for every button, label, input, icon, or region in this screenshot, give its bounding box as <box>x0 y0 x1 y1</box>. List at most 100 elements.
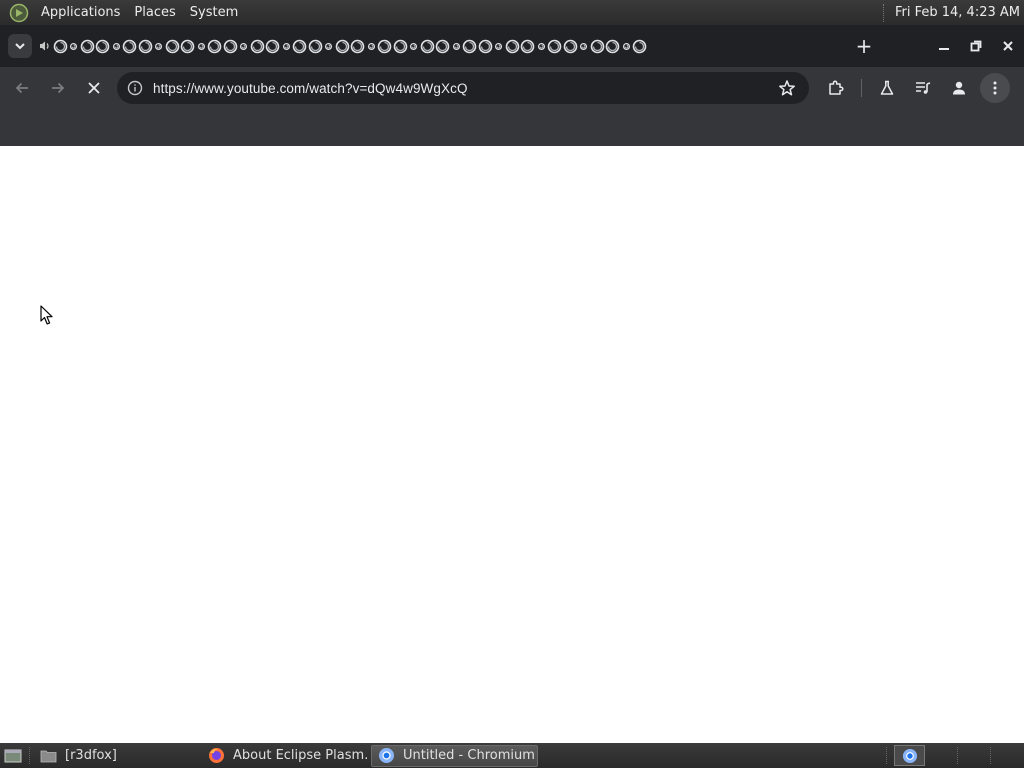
tab-search-button[interactable] <box>8 34 32 58</box>
audio-icon[interactable] <box>38 39 52 53</box>
page-content[interactable] <box>0 146 1024 743</box>
back-button[interactable] <box>7 73 37 103</box>
browser-tab[interactable] <box>265 39 280 53</box>
browser-tab[interactable] <box>493 39 504 53</box>
browser-tab[interactable] <box>462 39 477 53</box>
browser-tab[interactable] <box>323 39 334 53</box>
browser-tab[interactable] <box>563 39 578 53</box>
tab-favicon-icon <box>547 39 562 53</box>
browser-tab[interactable] <box>632 39 647 53</box>
browser-tab[interactable] <box>520 39 535 53</box>
chevron-down-icon <box>15 43 25 50</box>
forward-button[interactable] <box>43 73 73 103</box>
browser-tab[interactable] <box>111 39 122 53</box>
browser-tab[interactable] <box>377 39 392 53</box>
browser-tab[interactable] <box>250 39 265 53</box>
browser-tab[interactable] <box>95 39 110 53</box>
browser-tab[interactable] <box>451 39 462 53</box>
places-menu[interactable]: Places <box>127 0 182 25</box>
avatar-icon <box>953 81 965 95</box>
browser-tab[interactable] <box>605 39 620 53</box>
extensions-button[interactable] <box>821 73 851 103</box>
panel-separator <box>882 3 885 22</box>
taskbar-item-r3dfox[interactable]: [r3dfox] <box>34 745 199 767</box>
browser-tab[interactable] <box>478 39 493 53</box>
system-menu[interactable]: System <box>183 0 245 25</box>
browser-tab[interactable] <box>207 39 222 53</box>
browser-tab[interactable] <box>547 39 562 53</box>
flask-icon <box>880 80 894 95</box>
browser-tab[interactable] <box>578 39 589 53</box>
browser-tab[interactable] <box>68 39 79 53</box>
workspace-switcher[interactable] <box>894 745 925 766</box>
show-desktop-button[interactable] <box>2 745 24 767</box>
browser-tab[interactable] <box>80 39 95 53</box>
close-window-button[interactable] <box>992 32 1024 60</box>
clock[interactable]: Fri Feb 14, 4:23 AM <box>895 5 1024 20</box>
tab-favicon-icon <box>80 39 94 53</box>
url-text[interactable]: https://www.youtube.com/watch?v=dQw4w9Wg… <box>153 81 773 96</box>
bookmark-star-button[interactable] <box>773 74 801 102</box>
browser-tab[interactable] <box>138 39 153 53</box>
tab-favicon-icon <box>335 39 349 53</box>
toolbar-divider <box>861 79 862 97</box>
browser-tab[interactable] <box>153 39 164 53</box>
tab-favicon-icon <box>435 39 450 53</box>
browser-tab[interactable] <box>393 39 408 53</box>
browser-tab[interactable] <box>335 39 350 53</box>
desktop-icon <box>4 749 22 762</box>
stop-loading-button[interactable] <box>79 73 109 103</box>
browser-tab[interactable] <box>308 39 323 53</box>
profile-button[interactable] <box>944 73 974 103</box>
tab-favicon-icon <box>95 39 110 53</box>
browser-tab[interactable] <box>238 39 249 53</box>
browser-tab[interactable] <box>350 39 365 53</box>
tab-favicon-icon <box>632 39 647 53</box>
browser-tab[interactable] <box>122 39 137 53</box>
tab-favicon-icon <box>223 39 237 53</box>
browser-tab[interactable] <box>420 39 435 53</box>
browser-tab[interactable] <box>281 39 292 53</box>
menu-button[interactable] <box>980 73 1010 103</box>
browser-tab[interactable] <box>53 39 68 53</box>
browser-tab[interactable] <box>180 39 195 53</box>
tab-favicon-icon <box>197 42 205 50</box>
browser-tab[interactable] <box>505 39 520 53</box>
browser-tab[interactable] <box>408 39 419 53</box>
site-info-button[interactable] <box>125 78 145 98</box>
mouse-cursor-icon <box>40 305 53 325</box>
browser-tab[interactable] <box>536 39 547 53</box>
applications-menu[interactable]: Applications <box>34 0 127 25</box>
tab-favicon-icon <box>250 39 264 53</box>
browser-tab[interactable] <box>196 39 207 53</box>
labs-button[interactable] <box>872 73 902 103</box>
mate-logo-icon[interactable] <box>8 2 30 24</box>
taskbar-separator <box>990 747 991 764</box>
new-tab-button[interactable]: + <box>850 32 878 60</box>
top-panel: Applications Places System Fri Feb 14, 4… <box>0 0 1024 25</box>
tab-favicon-icon <box>138 39 152 53</box>
address-bar[interactable]: https://www.youtube.com/watch?v=dQw4w9Wg… <box>117 72 809 104</box>
browser-tab[interactable] <box>223 39 238 53</box>
tab-favicon-icon <box>122 39 137 53</box>
browser-tab[interactable] <box>366 39 377 53</box>
bookmarks-bar <box>0 109 1024 146</box>
media-controls-button[interactable] <box>908 73 938 103</box>
restore-button[interactable] <box>960 32 992 60</box>
tab-favicon-icon <box>350 39 365 53</box>
browser-tab[interactable] <box>590 39 605 53</box>
browser-tab[interactable] <box>435 39 450 53</box>
chromium-icon <box>378 747 395 764</box>
taskbar-item-firefox[interactable]: About Eclipse Plasm… <box>202 745 368 767</box>
tab-favicon-icon <box>537 42 545 50</box>
taskbar-item-label: Untitled - Chromium <box>403 748 535 763</box>
taskbar-item-chromium[interactable]: Untitled - Chromium <box>371 744 538 767</box>
browser-tab[interactable] <box>621 39 632 53</box>
tab-favicon-icon <box>478 39 492 53</box>
puzzle-icon <box>829 80 844 95</box>
browser-tab[interactable] <box>292 39 307 53</box>
minimize-button[interactable] <box>928 32 960 60</box>
tab-favicon-icon <box>180 39 195 53</box>
firefox-icon <box>208 747 225 764</box>
browser-tab[interactable] <box>165 39 180 53</box>
